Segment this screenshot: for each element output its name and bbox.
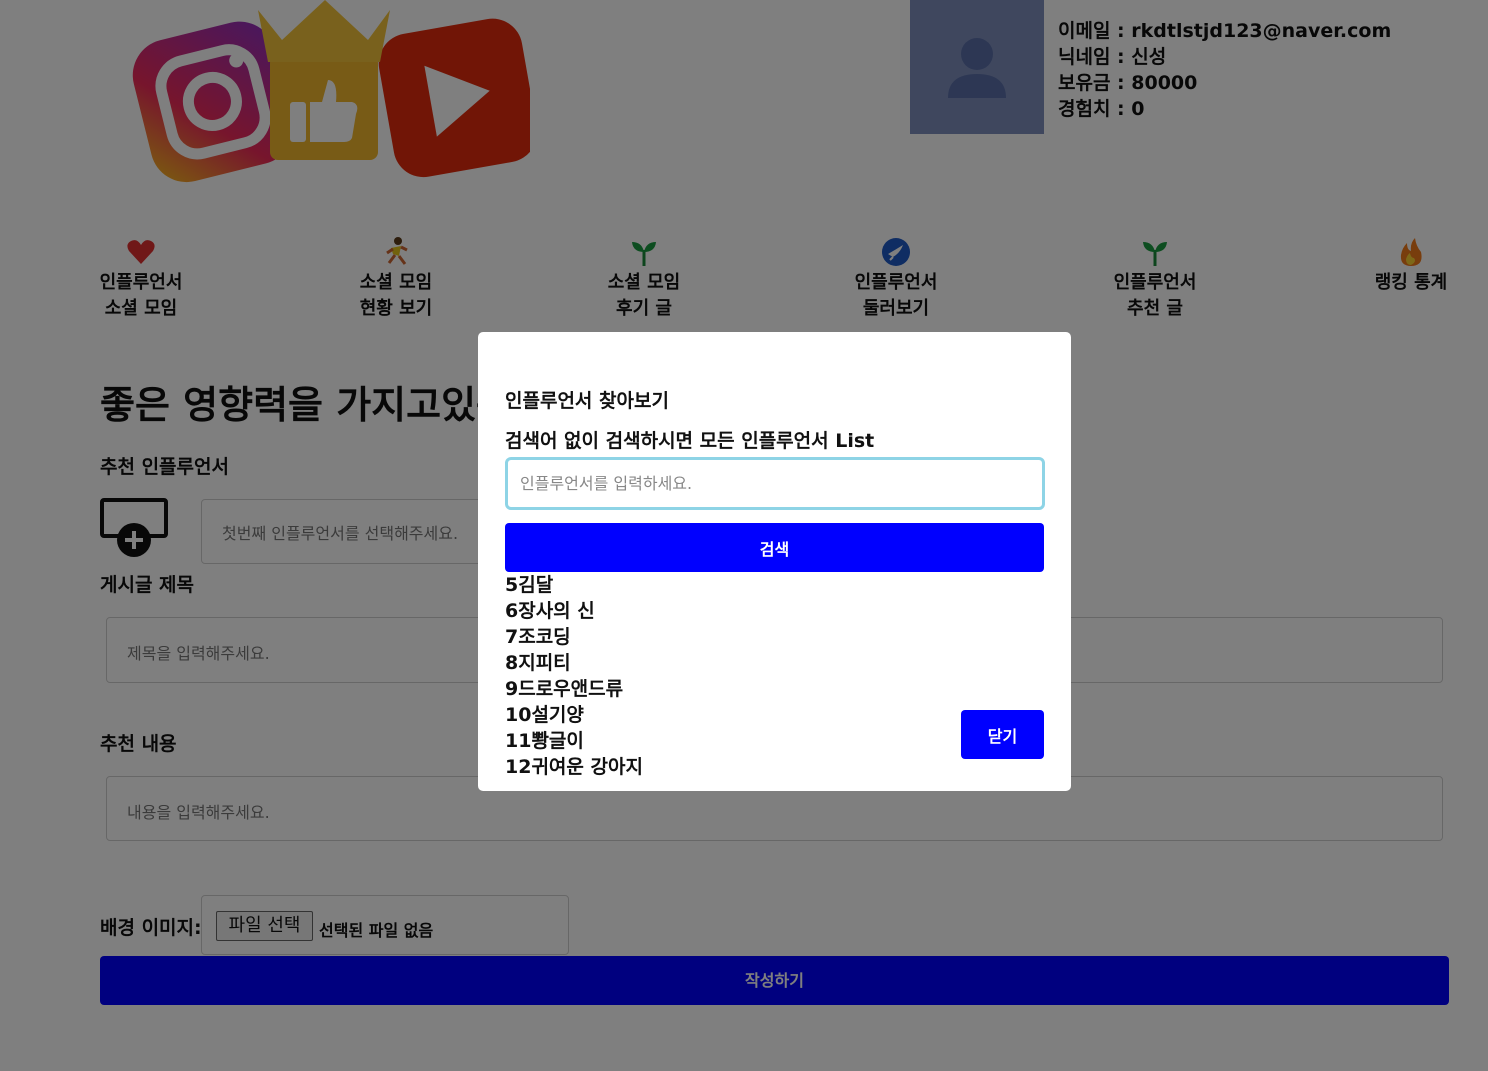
influencer-search-modal: 인플루언서 찾아보기 검색어 없이 검색하시면 모든 인플루언서 List 검색…: [478, 332, 1071, 791]
influencer-result-list: 5김달 6장사의 신 7조코딩 8지피티 9드로우앤드류 10설기양 11뽱글이…: [505, 572, 643, 780]
list-item[interactable]: 9드로우앤드류: [505, 676, 643, 702]
list-item[interactable]: 8지피티: [505, 650, 643, 676]
list-item[interactable]: 12귀여운 강아지: [505, 754, 643, 780]
list-item[interactable]: 5김달: [505, 572, 643, 598]
list-item[interactable]: 10설기양: [505, 702, 643, 728]
list-item[interactable]: 11뽱글이: [505, 728, 643, 754]
list-item[interactable]: 7조코딩: [505, 624, 643, 650]
close-button[interactable]: 닫기: [961, 710, 1044, 759]
influencer-search-input[interactable]: [505, 457, 1045, 510]
modal-hint: 검색어 없이 검색하시면 모든 인플루언서 List: [505, 430, 875, 452]
list-item[interactable]: 6장사의 신: [505, 598, 643, 624]
modal-title: 인플루언서 찾아보기: [505, 390, 669, 412]
search-button[interactable]: 검색: [505, 523, 1044, 572]
